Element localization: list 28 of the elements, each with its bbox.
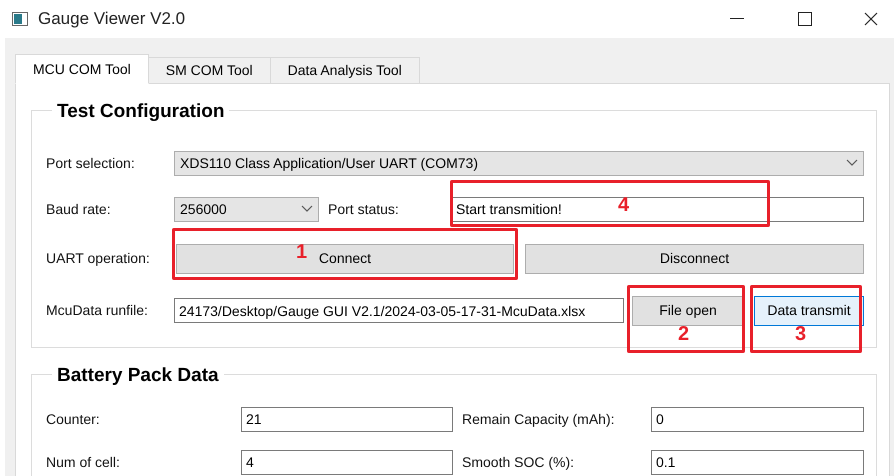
field-label: Baud rate: [46,200,112,218]
tab[interactable]: MCU COM Tool [15,54,149,84]
port-dropdown[interactable]: XDS110 Class Application/User UART (COM73) [174,150,864,176]
chevron-down-icon [846,159,858,167]
field-label: Port selection: [46,154,136,172]
baud-dropdown[interactable]: 256000 [174,196,319,222]
window-title: Gauge Viewer V2.0 [38,8,186,30]
text-field[interactable]: 0.1 [651,450,864,474]
text-field[interactable]: 4 [241,450,453,474]
chevron-down-icon [301,205,313,213]
app-icon [12,12,28,26]
field-label: McuData runfile: [46,301,149,320]
field-label: Smooth SOC (%): [462,452,576,472]
field-label: Num of cell: [46,452,121,472]
focused-button[interactable]: Data transmit [754,296,864,326]
text-field[interactable]: 21 [241,406,453,432]
maximize-icon [798,12,812,26]
field-label: Port status: [328,200,400,218]
field-label: Counter: [46,410,101,428]
tab[interactable]: Data Analysis Tool [270,57,420,84]
text-field[interactable]: 0 [651,406,864,432]
text-field[interactable]: 24173/Desktop/Gauge GUI V2.1/2024-03-05-17-31-McuData.xlsx [174,298,624,323]
minimize-icon [730,18,744,20]
close-icon [864,12,878,26]
button[interactable]: Disconnect [525,244,864,274]
field-label: Remain Capacity (mAh): [462,410,616,429]
field-label: UART operation: [46,249,151,268]
button[interactable]: File open [632,296,744,326]
